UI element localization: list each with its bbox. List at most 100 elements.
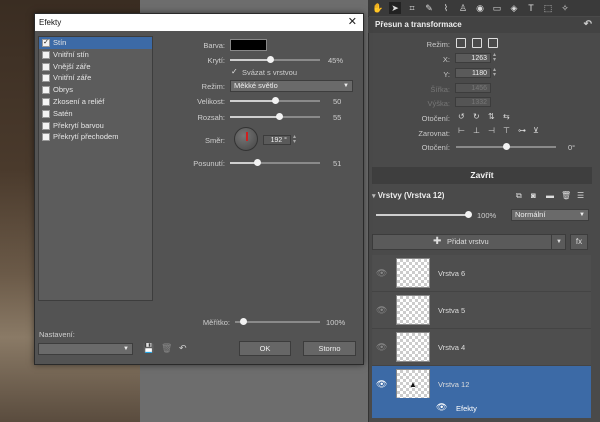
checkbox[interactable] — [42, 121, 50, 130]
rotation-slider-knob[interactable] — [502, 143, 510, 150]
eye-icon[interactable]: ◉ — [474, 2, 486, 14]
checkbox[interactable] — [42, 74, 50, 83]
brush-icon[interactable]: ⌇ — [440, 2, 452, 14]
pen-icon[interactable]: ✎ — [423, 2, 435, 14]
preset-dropdown[interactable]: ▼ — [38, 343, 133, 355]
collapse-chevron-icon[interactable]: ▾ — [372, 193, 376, 200]
undo-icon[interactable]: ↶ — [584, 17, 592, 33]
x-field[interactable]: 1263 — [455, 53, 491, 63]
layers-menu-icon[interactable]: ☰ — [577, 191, 584, 200]
align-top-icon[interactable]: ⊤ — [503, 126, 510, 135]
shape-icon: ▲ — [409, 380, 417, 389]
hand-icon[interactable]: ✋ — [372, 2, 384, 14]
effect-item-vnitrni-zare[interactable]: Vnitřní záře — [39, 72, 152, 84]
close-icon[interactable]: ✕ — [348, 14, 357, 31]
rotate-right-icon[interactable]: ↻ — [473, 112, 480, 121]
link-checkbox[interactable]: ✓ — [231, 67, 238, 76]
checkbox[interactable] — [42, 97, 50, 106]
width-field: 1456 — [455, 83, 491, 93]
effects-eye-icon[interactable]: 👁 — [436, 402, 447, 413]
reset-icon[interactable]: ↶ — [179, 343, 187, 354]
effect-item-stin[interactable]: ✓ Stín — [39, 37, 152, 49]
layer-thumbnail — [396, 295, 430, 325]
effect-item-prekryti-barvou[interactable]: Překrytí barvou — [39, 120, 152, 132]
visibility-eye-icon[interactable]: 👁 — [376, 268, 387, 279]
mask-icon[interactable]: ◙ — [531, 191, 536, 200]
delete-layer-icon[interactable]: 🗑 — [561, 191, 571, 200]
folder-icon[interactable]: ▬ — [546, 191, 554, 200]
align-right-icon[interactable]: ⊣ — [488, 126, 495, 135]
visibility-eye-icon[interactable]: 👁 — [376, 379, 387, 390]
checkbox[interactable] — [42, 50, 50, 59]
mode-perspective-icon[interactable] — [488, 38, 498, 48]
layer-thumbnail: ▲ — [396, 369, 430, 399]
offset-value: 51 — [333, 159, 342, 168]
checkbox[interactable] — [42, 62, 50, 71]
y-field[interactable]: 1180 — [455, 68, 491, 78]
layer-row[interactable]: 👁 Vrstva 6 — [372, 255, 591, 292]
selection-icon[interactable]: ⬚ — [542, 2, 554, 14]
effect-item-obrys[interactable]: Obrys — [39, 84, 152, 96]
visibility-eye-icon[interactable]: 👁 — [376, 342, 387, 353]
transform-section-header: Přesun a transformace ↶ — [368, 17, 600, 33]
checkbox[interactable] — [42, 86, 50, 95]
angle-field[interactable]: 192 ° — [263, 135, 291, 145]
effect-item-vnitrni-stin[interactable]: Vnitřní stín — [39, 49, 152, 61]
fx-button[interactable]: fx — [570, 234, 588, 250]
text-icon[interactable]: T — [525, 2, 537, 14]
close-button[interactable]: Zavřít — [372, 167, 592, 184]
angle-dial[interactable] — [234, 127, 258, 151]
color-swatch[interactable] — [230, 39, 267, 51]
flip-vertical-icon[interactable]: ⇅ — [488, 112, 495, 121]
effect-item-prekryti-prechodem[interactable]: Překrytí přechodem — [39, 131, 152, 143]
checkbox[interactable]: ✓ — [42, 39, 50, 47]
layer-row[interactable]: 👁 Vrstva 4 — [372, 329, 591, 366]
visibility-eye-icon[interactable]: 👁 — [376, 305, 387, 316]
layer-row[interactable]: 👁 Vrstva 5 — [372, 292, 591, 329]
mode-transform-icon[interactable] — [472, 38, 482, 48]
cancel-button[interactable]: Storno — [303, 341, 356, 356]
checkbox[interactable] — [42, 133, 50, 142]
offset-slider-knob[interactable] — [253, 159, 261, 166]
effect-item-zkoseni[interactable]: Zkosení a reliéf — [39, 96, 152, 108]
eraser-icon[interactable]: ▭ — [491, 2, 503, 14]
delete-preset-icon[interactable]: 🗑 — [161, 343, 172, 354]
transform-title: Přesun a transformace — [375, 20, 462, 29]
scale-slider-track[interactable] — [235, 321, 320, 323]
rotate-left-icon[interactable]: ↺ — [458, 112, 465, 121]
flip-horizontal-icon[interactable]: ⇆ — [503, 112, 510, 121]
align-middle-icon[interactable]: ⊶ — [518, 126, 526, 135]
mode-move-icon[interactable] — [456, 38, 466, 48]
x-stepper[interactable]: ▴ ▾ — [493, 52, 496, 63]
layer-row-selected[interactable]: 👁 ▲ Vrstva 12 — [372, 366, 591, 399]
checkbox[interactable] — [42, 109, 50, 118]
add-layer-button[interactable]: ✚ Přidat vrstvu ▼ — [372, 234, 566, 250]
blend-mode-select[interactable]: Normální ▼ — [511, 209, 589, 221]
save-preset-icon[interactable]: 💾 — [143, 343, 154, 354]
y-stepper[interactable]: ▴ ▾ — [493, 67, 496, 78]
wand-icon[interactable]: ✧ — [559, 2, 571, 14]
effect-label: Vnější záře — [53, 61, 91, 71]
scale-slider-knob[interactable] — [240, 318, 247, 325]
duplicate-layer-icon[interactable]: ⧉ — [516, 191, 522, 201]
layer-effects-row[interactable]: 👁 Efekty — [372, 398, 591, 418]
plus-icon: ✚ — [433, 236, 442, 247]
effect-item-vnejsi-zare[interactable]: Vnější záře — [39, 61, 152, 73]
align-center-icon[interactable]: ⊥ — [473, 126, 480, 135]
stamp-icon[interactable]: ♙ — [457, 2, 469, 14]
bucket-icon[interactable]: ◈ — [508, 2, 520, 14]
angle-stepper[interactable]: ▴ ▾ — [293, 134, 296, 145]
size-slider-knob[interactable] — [271, 97, 279, 104]
layer-opacity-knob[interactable] — [464, 211, 472, 218]
align-bottom-icon[interactable]: ⊻ — [533, 126, 539, 135]
ok-button[interactable]: OK — [239, 341, 291, 356]
blend-mode-dropdown[interactable]: Měkké světlo ▼ — [230, 80, 353, 92]
align-left-icon[interactable]: ⊢ — [458, 126, 465, 135]
chevron-down-icon[interactable]: ▼ — [551, 235, 563, 249]
effect-item-saten[interactable]: Satén — [39, 108, 152, 120]
range-slider-knob[interactable] — [276, 113, 283, 120]
pointer-icon[interactable]: ➤ — [389, 2, 401, 14]
range-label: Rozsah: — [197, 113, 225, 122]
crop-icon[interactable]: ⌗ — [406, 2, 418, 14]
opacity-slider-knob[interactable] — [267, 56, 274, 63]
